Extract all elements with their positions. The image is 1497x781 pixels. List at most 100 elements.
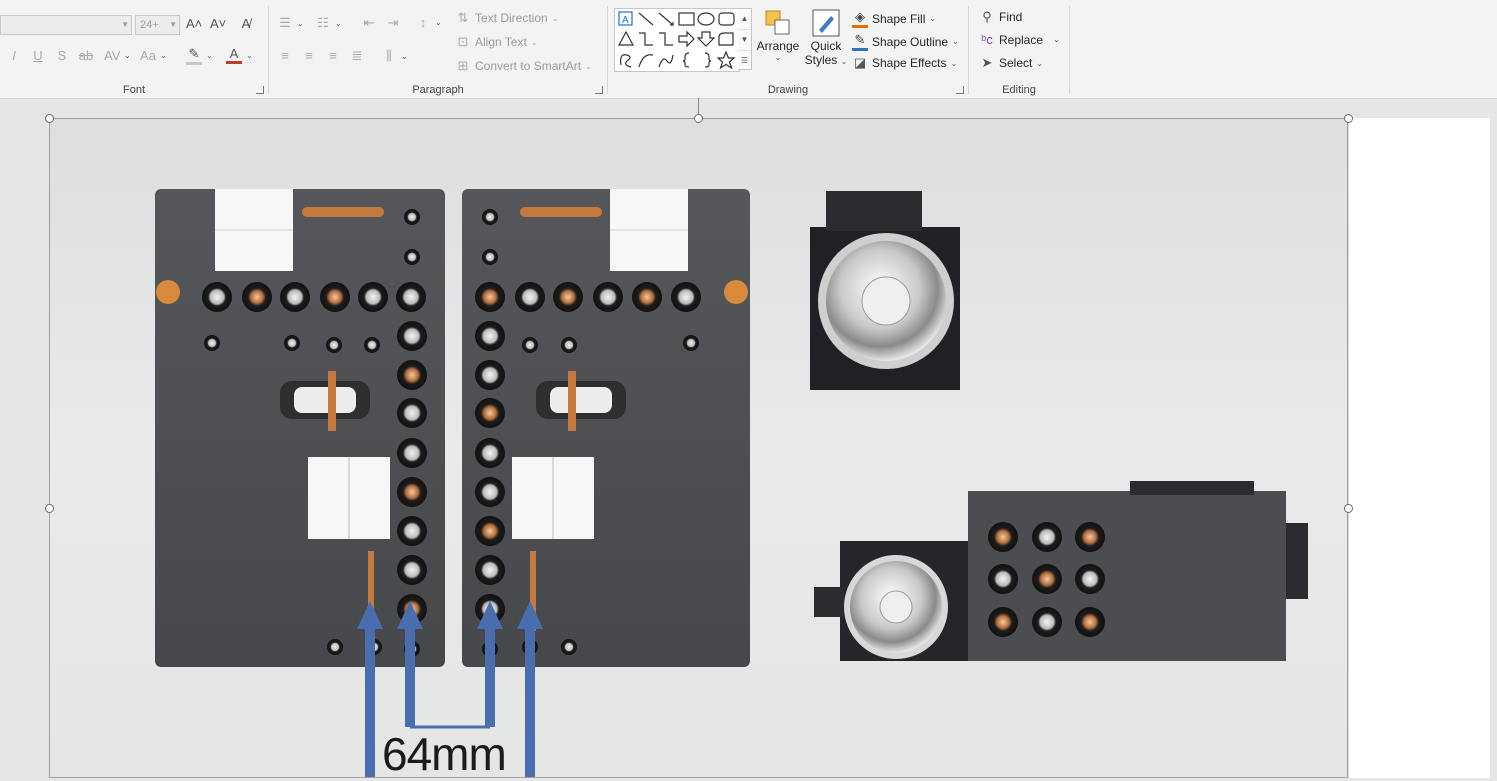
port-icon: [553, 282, 583, 312]
port-icon: [204, 335, 220, 351]
columns-icon: ⫼: [386, 48, 392, 63]
port-icon: [242, 282, 272, 312]
clear-formatting-button[interactable]: A̸: [238, 16, 254, 31]
select-label: Select: [999, 56, 1033, 70]
port-icon: [327, 639, 343, 655]
port-icon: [671, 282, 701, 312]
shape-effects-icon: ◪: [853, 55, 867, 70]
port-icon: [475, 516, 505, 546]
char-spacing-button[interactable]: AV ⌄: [104, 48, 131, 63]
shape-effects-button[interactable]: ◪ Shape Effects ⌄: [852, 55, 957, 71]
change-case-button[interactable]: Aa ⌄: [140, 48, 167, 63]
align-right-button[interactable]: ≡: [325, 48, 341, 63]
right-module-plate: [462, 189, 750, 667]
text-direction-button[interactable]: ⇅ Text Direction ⌄: [455, 10, 559, 26]
strikethrough-button[interactable]: ab: [78, 48, 94, 63]
arrange-button[interactable]: Arrange ⌄: [756, 8, 800, 62]
italic-button[interactable]: I: [6, 48, 22, 63]
increase-font-icon: A˄: [186, 16, 203, 31]
shape-fill-button[interactable]: ◈ Shape Fill ⌄: [852, 9, 936, 28]
port-icon: [482, 209, 498, 225]
align-center-icon: ≡: [305, 48, 313, 63]
align-center-button[interactable]: ≡: [301, 48, 317, 63]
gallery-more-icon[interactable]: ☰: [738, 51, 751, 71]
port-icon: [475, 477, 505, 507]
font-size-value: 24+: [140, 19, 159, 31]
find-label: Find: [999, 10, 1023, 24]
replace-button[interactable]: ᵇc Replace ⌄: [979, 32, 1059, 47]
bullets-button[interactable]: ☰ ⌄: [277, 15, 304, 31]
increase-font-button[interactable]: A˄: [186, 16, 202, 31]
underline-button[interactable]: U: [30, 48, 46, 63]
align-text-button[interactable]: ⊡ Align Text ⌄: [455, 34, 538, 50]
svg-text:A: A: [622, 15, 629, 26]
decrease-font-button[interactable]: A˅: [210, 16, 226, 31]
font-color-icon: A: [226, 46, 242, 64]
selected-picture[interactable]: [49, 118, 1348, 778]
handle-top-left[interactable]: [45, 114, 54, 123]
justify-icon: ≣: [351, 48, 363, 63]
port-icon: [364, 337, 380, 353]
handle-mid-right[interactable]: [1344, 504, 1353, 513]
char-spacing-icon: AV: [104, 48, 121, 63]
clear-formatting-icon: A̸: [241, 16, 251, 31]
editing-group: ⚲ Find ᵇc Replace ⌄ ➤ Select ⌄ Editing: [969, 0, 1069, 98]
shape-outline-label: Shape Outline: [872, 34, 949, 49]
font-color-button[interactable]: A ⌄: [226, 46, 253, 64]
shape-outline-button[interactable]: ✎ Shape Outline ⌄: [852, 32, 959, 51]
pen-outline-icon: ✎: [852, 32, 868, 51]
quick-styles-icon: [812, 9, 840, 37]
numbering-button[interactable]: ☷ ⌄: [315, 15, 342, 31]
shadow-button[interactable]: S: [54, 48, 70, 63]
columns-button[interactable]: ⫼ ⌄: [381, 48, 408, 64]
font-group-label: Font: [122, 84, 145, 96]
handle-top-center[interactable]: [694, 114, 703, 123]
port-icon: [397, 321, 427, 351]
paragraph-group: ☰ ⌄ ☷ ⌄ ⇤ ⇥ ↕ ⌄ ⇅ Text Direction ⌄ ⊡ Align Tex…: [269, 0, 607, 98]
port-icon: [1032, 607, 1062, 637]
replace-icon: ᵇc: [981, 32, 993, 47]
port-icon: [593, 282, 623, 312]
handle-mid-left[interactable]: [45, 504, 54, 513]
font-dialog-launcher[interactable]: [256, 86, 264, 94]
align-text-icon: ⊡: [457, 34, 469, 49]
drawing-dialog-launcher[interactable]: [956, 86, 964, 94]
port-icon: [561, 337, 577, 353]
port-icon: [988, 564, 1018, 594]
quick-styles-button[interactable]: Quick Styles ⌄: [803, 8, 849, 67]
increase-indent-icon: ⇥: [387, 15, 399, 30]
highlight-button[interactable]: ✎ ⌄: [186, 46, 213, 65]
convert-smartart-button[interactable]: ⊞ Convert to SmartArt ⌄: [455, 58, 592, 74]
decrease-font-icon: A˅: [210, 16, 227, 31]
font-name-combo[interactable]: ▼: [0, 15, 132, 35]
drawing-group-label: Drawing: [767, 84, 809, 96]
port-icon: [482, 249, 498, 265]
justify-button[interactable]: ≣: [349, 48, 365, 64]
port-icon: [1032, 564, 1062, 594]
find-button[interactable]: ⚲ Find: [979, 9, 1022, 25]
dimension-caption: 64mm: [382, 728, 507, 780]
gallery-up-icon[interactable]: ▲: [738, 9, 751, 30]
text-direction-icon: ⇅: [457, 10, 469, 25]
increase-indent-button[interactable]: ⇥: [385, 15, 401, 31]
font-size-combo[interactable]: 24+ ▼: [135, 15, 180, 35]
paragraph-dialog-launcher[interactable]: [595, 86, 603, 94]
align-left-button[interactable]: ≡: [277, 48, 293, 63]
handle-top-right[interactable]: [1344, 114, 1353, 123]
port-icon: [632, 282, 662, 312]
port-icon: [404, 209, 420, 225]
slide-background: [1348, 118, 1490, 778]
select-button[interactable]: ➤ Select ⌄: [979, 55, 1044, 71]
line-spacing-button[interactable]: ↕ ⌄: [415, 15, 442, 30]
gallery-down-icon[interactable]: ▼: [738, 30, 751, 51]
port-icon: [1075, 564, 1105, 594]
port-icon: [988, 607, 1018, 637]
ribbon: ▼ 24+ ▼ A˄ A˅ A̸ I U S ab AV ⌄ Aa ⌄ ✎ ⌄ A ⌄ F…: [0, 0, 1497, 99]
port-icon: [1032, 522, 1062, 552]
port-icon: [522, 337, 538, 353]
module-port-grid: [988, 522, 1105, 637]
arrange-label: Arrange: [756, 39, 800, 53]
shapes-gallery-scroll[interactable]: ▲ ▼ ☰: [738, 8, 752, 70]
highlighter-icon: ✎: [186, 46, 202, 65]
decrease-indent-button[interactable]: ⇤: [361, 15, 377, 31]
